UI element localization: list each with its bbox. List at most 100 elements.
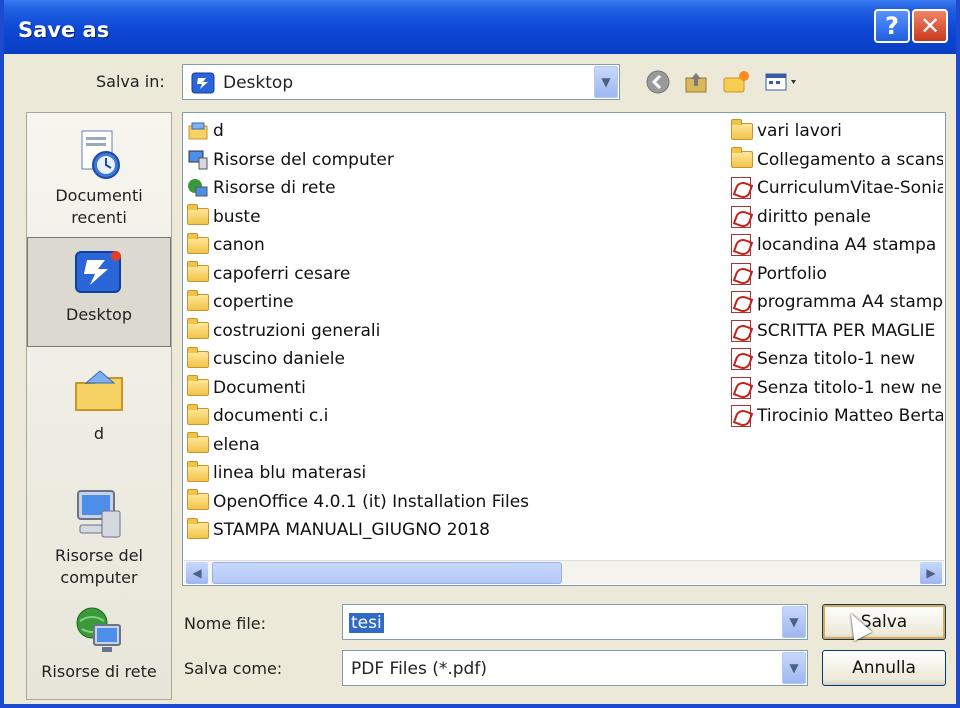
- pdf-file-icon: [731, 376, 751, 399]
- save-in-dropdown[interactable]: Desktop ▼: [182, 64, 620, 100]
- list-item[interactable]: OpenOffice 4.0.1 (it) Installation Files: [187, 488, 727, 517]
- list-item[interactable]: d: [187, 117, 727, 146]
- file-name: OpenOffice 4.0.1 (it) Installation Files: [213, 491, 530, 512]
- folder-icon: [187, 346, 209, 368]
- list-item[interactable]: locandina A4 stampa: [731, 231, 943, 260]
- list-item[interactable]: elena: [187, 431, 727, 460]
- list-item[interactable]: buste: [187, 203, 727, 232]
- folder-icon: [187, 517, 209, 539]
- list-item[interactable]: Risorse del computer: [187, 146, 727, 175]
- desktop-icon: [75, 251, 121, 293]
- list-item[interactable]: Senza titolo-1 new: [731, 345, 943, 374]
- pdf-file-icon: [731, 405, 751, 428]
- file-list[interactable]: d Risorse del computer Risorse di rete bust…: [182, 112, 946, 586]
- place-label: Risorse del: [55, 546, 143, 565]
- place-label: d: [93, 424, 105, 443]
- place-my-computer[interactable]: Risorse del computer: [27, 479, 171, 589]
- folder-icon: [187, 403, 209, 425]
- file-name: costruzioni generali: [213, 320, 381, 341]
- file-name: SCRITTA PER MAGLIE: [757, 320, 936, 341]
- list-item[interactable]: canon: [187, 231, 727, 260]
- place-recent-documents[interactable]: Documenti recenti: [27, 119, 171, 229]
- new-folder-button[interactable]: [722, 68, 750, 96]
- save-as-dialog: Save as ? ✕ Salva in: Desktop ▼ Document…: [0, 0, 960, 708]
- file-name: d: [213, 121, 224, 142]
- file-name: buste: [213, 206, 261, 227]
- list-item[interactable]: Portfolio: [731, 260, 943, 289]
- file-name: Tirocinio Matteo Berta: [757, 406, 943, 427]
- cancel-button[interactable]: Annulla: [822, 650, 946, 686]
- list-item[interactable]: copertine: [187, 288, 727, 317]
- pdf-file-icon: [731, 205, 751, 228]
- list-item[interactable]: vari lavori: [731, 117, 943, 146]
- pdf-file-icon: [731, 291, 751, 314]
- file-name: locandina A4 stampa: [757, 235, 937, 256]
- list-item[interactable]: programma A4 stampa: [731, 288, 943, 317]
- scroll-right-button[interactable]: ▶: [920, 562, 942, 584]
- back-button[interactable]: [644, 68, 672, 96]
- view-menu-icon: [765, 73, 796, 91]
- list-item[interactable]: SCRITTA PER MAGLIE: [731, 317, 943, 346]
- help-button[interactable]: ?: [874, 9, 910, 43]
- chevron-down-icon[interactable]: ▼: [782, 652, 806, 684]
- list-item[interactable]: Risorse di rete: [187, 174, 727, 203]
- view-menu-button[interactable]: [762, 68, 802, 96]
- list-item[interactable]: capoferri cesare: [187, 260, 727, 289]
- list-item[interactable]: linea blu materasi: [187, 459, 727, 488]
- list-item[interactable]: documenti c.i: [187, 402, 727, 431]
- pdf-file-icon: [731, 262, 751, 285]
- place-label: Documenti: [55, 186, 143, 205]
- chevron-down-icon[interactable]: ▼: [782, 606, 806, 638]
- scroll-left-button[interactable]: ◀: [186, 562, 208, 584]
- filename-value: tesi: [349, 613, 384, 633]
- help-icon: ?: [885, 12, 899, 40]
- new-folder-icon: [723, 71, 749, 93]
- save-as-type-label: Salva come:: [184, 659, 283, 678]
- place-label: Desktop: [66, 305, 132, 324]
- back-icon: [646, 70, 670, 94]
- title-bar[interactable]: Save as ? ✕: [4, 0, 956, 54]
- folder-icon: [187, 318, 209, 340]
- up-folder-button[interactable]: [682, 68, 710, 96]
- save-as-type-dropdown[interactable]: PDF Files (*.pdf) ▼: [342, 650, 808, 686]
- save-in-value: Desktop: [223, 73, 294, 93]
- place-label-line2: recenti: [71, 208, 127, 227]
- folder-icon: [187, 460, 209, 482]
- save-as-type-value: PDF Files (*.pdf): [351, 659, 487, 679]
- place-user-d[interactable]: d: [27, 357, 171, 467]
- list-item[interactable]: Tirocinio Matteo Berta: [731, 402, 943, 431]
- scrollbar-thumb[interactable]: [212, 562, 562, 584]
- desktop-small-icon: [191, 72, 215, 94]
- file-name: vari lavori: [757, 121, 842, 142]
- list-item[interactable]: costruzioni generali: [187, 317, 727, 346]
- window-title: Save as: [18, 18, 110, 42]
- save-button[interactable]: Salva: [822, 604, 946, 640]
- file-name: diritto penale: [757, 206, 871, 227]
- close-button[interactable]: ✕: [912, 9, 948, 43]
- filename-label: Nome file:: [184, 614, 267, 633]
- file-name: programma A4 stampa: [757, 292, 943, 313]
- folder-icon: [187, 375, 209, 397]
- chevron-down-icon[interactable]: ▼: [594, 66, 618, 98]
- file-name: copertine: [213, 292, 294, 313]
- place-network[interactable]: Risorse di rete: [27, 595, 171, 705]
- list-item[interactable]: cuscino daniele: [187, 345, 727, 374]
- filename-input[interactable]: tesi ▼: [342, 604, 808, 640]
- save-in-label: Salva in:: [96, 72, 165, 91]
- horizontal-scrollbar[interactable]: ◀ ▶: [184, 560, 944, 584]
- list-item[interactable]: STAMPA MANUALI_GIUGNO 2018: [187, 516, 727, 545]
- folder-icon: [187, 289, 209, 311]
- pdf-file-icon: [731, 319, 751, 342]
- place-desktop[interactable]: Desktop: [27, 237, 171, 347]
- list-item[interactable]: CurriculumVitae-Sonia: [731, 174, 943, 203]
- list-item[interactable]: Documenti: [187, 374, 727, 403]
- list-item[interactable]: Collegamento a scans: [731, 146, 943, 175]
- chevron-left-icon: ◀: [192, 566, 202, 580]
- list-item[interactable]: diritto penale: [731, 203, 943, 232]
- file-column-1: d Risorse del computer Risorse di rete bust…: [187, 117, 727, 545]
- folder-icon: [187, 489, 209, 511]
- folder-icon: [187, 261, 209, 283]
- file-name: Portfolio: [757, 263, 827, 284]
- list-item[interactable]: Senza titolo-1 new ne: [731, 374, 943, 403]
- place-label-line2: computer: [60, 568, 138, 587]
